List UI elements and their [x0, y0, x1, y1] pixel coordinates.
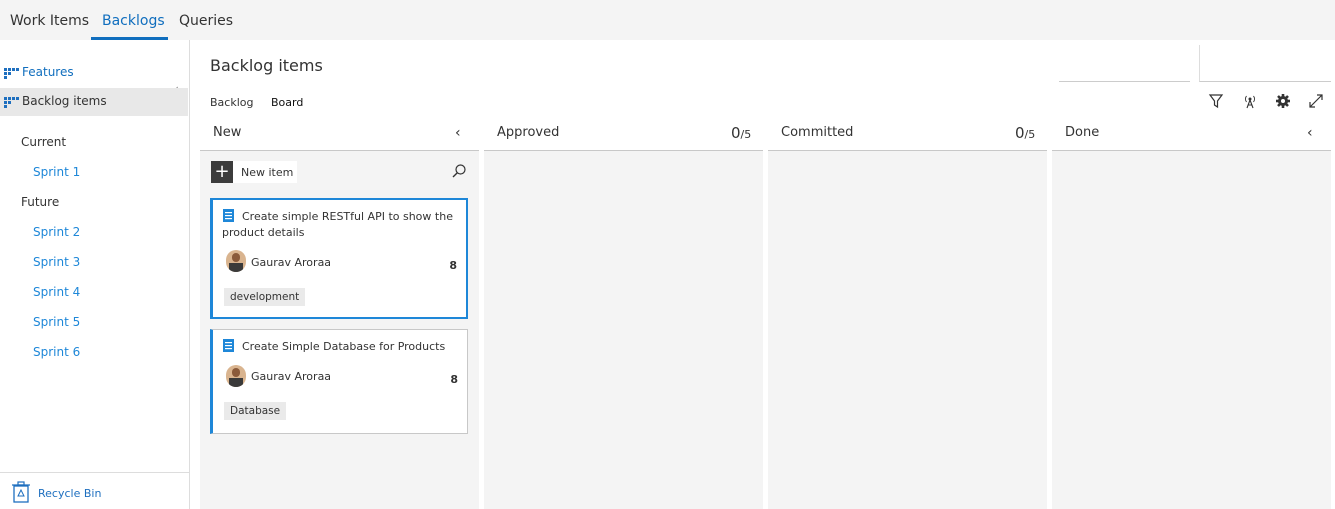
column-body-done: [1052, 151, 1331, 509]
card-effort: 8: [449, 259, 457, 272]
card-title[interactable]: Create Simple Database for Products: [222, 339, 457, 355]
sidebar: ‹ Features Backlog items Current Sprint …: [0, 40, 190, 509]
sidebar-item-label: Features: [22, 65, 74, 79]
search-input-secondary[interactable]: [1199, 45, 1331, 82]
sidebar-item-sprint-1[interactable]: Sprint 1: [33, 165, 80, 179]
search-input[interactable]: [1059, 45, 1190, 82]
column-title: Committed: [781, 125, 854, 140]
sidebar-item-features[interactable]: Features: [0, 59, 188, 87]
work-item-card[interactable]: Create Simple Database for Products Gaur…: [210, 329, 468, 434]
page-title: Backlog items: [210, 56, 323, 75]
new-item-button[interactable]: + New item: [211, 161, 297, 183]
wip-count: 0/5: [1015, 124, 1036, 142]
column-title: New: [213, 125, 242, 140]
top-nav-bar: Work Items Backlogs Queries: [0, 0, 1335, 40]
sidebar-item-backlog-items[interactable]: Backlog items: [0, 88, 188, 116]
tab-backlogs[interactable]: Backlogs: [102, 13, 165, 29]
column-header-approved: Approved 0/5: [484, 124, 763, 152]
avatar: [226, 250, 246, 272]
sidebar-item-sprint-2[interactable]: Sprint 2: [33, 225, 80, 239]
card-assignee[interactable]: Gaurav Aroraa: [251, 370, 331, 383]
tab-backlog[interactable]: Backlog: [210, 96, 253, 109]
column-body-committed: [768, 151, 1047, 509]
column-title: Done: [1065, 125, 1100, 140]
search-icon[interactable]: [451, 163, 467, 179]
column-header-done: Done ‹: [1052, 124, 1331, 152]
divider: [0, 472, 189, 473]
card-effort: 8: [450, 373, 458, 386]
tab-queries[interactable]: Queries: [179, 13, 233, 29]
sidebar-item-label: Backlog items: [22, 94, 107, 108]
column-header-committed: Committed 0/5: [768, 124, 1047, 152]
new-item-label: New item: [241, 166, 294, 179]
backlog-icon: [4, 97, 19, 108]
wip-count: 0/5: [731, 124, 752, 142]
tab-board[interactable]: Board: [271, 96, 303, 109]
card-title[interactable]: Create simple RESTful API to show the pr…: [222, 209, 457, 241]
card-tag[interactable]: development: [224, 288, 306, 306]
iteration-group-future: Future: [21, 195, 60, 209]
recycle-bin-link[interactable]: Recycle Bin: [38, 487, 101, 500]
recycle-bin-icon[interactable]: [11, 481, 31, 503]
live-updates-icon[interactable]: [1242, 93, 1258, 109]
backlog-icon: [4, 68, 19, 79]
card-assignee[interactable]: Gaurav Aroraa: [251, 256, 331, 269]
column-title: Approved: [497, 125, 560, 140]
work-item-card[interactable]: Create simple RESTful API to show the pr…: [210, 198, 468, 319]
iteration-group-current: Current: [21, 135, 67, 149]
column-header-new: New ‹: [200, 124, 479, 152]
avatar: [226, 365, 246, 387]
sidebar-item-sprint-3[interactable]: Sprint 3: [33, 255, 80, 269]
sidebar-item-sprint-6[interactable]: Sprint 6: [33, 345, 80, 359]
chevron-left-icon[interactable]: ‹: [1307, 125, 1313, 141]
sidebar-item-sprint-5[interactable]: Sprint 5: [33, 315, 80, 329]
settings-gear-icon[interactable]: [1275, 93, 1291, 109]
card-tag[interactable]: Database: [224, 402, 287, 420]
fullscreen-icon[interactable]: [1308, 93, 1324, 109]
sidebar-item-sprint-4[interactable]: Sprint 4: [33, 285, 80, 299]
filter-icon[interactable]: [1208, 93, 1224, 109]
plus-icon: +: [211, 161, 233, 183]
column-body-approved: [484, 151, 763, 509]
tab-work-items[interactable]: Work Items: [10, 13, 89, 29]
chevron-left-icon[interactable]: ‹: [455, 125, 461, 141]
